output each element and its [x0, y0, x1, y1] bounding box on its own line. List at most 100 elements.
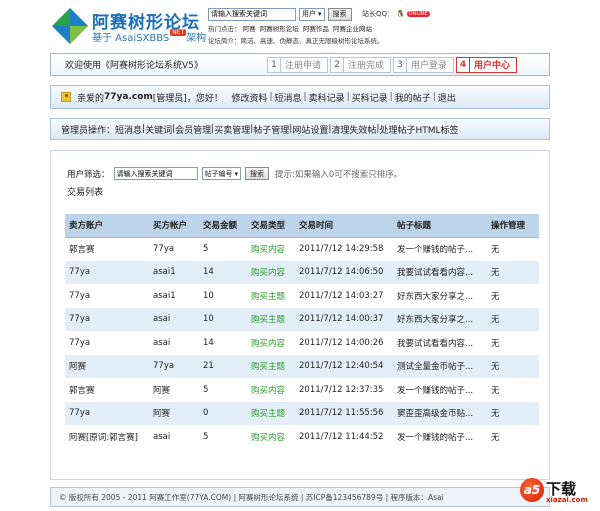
seller-cell[interactable]: 77ya [65, 284, 149, 308]
post-title-cell[interactable]: 发一个赚钱的帖子... [393, 378, 487, 402]
post-title-cell[interactable]: 发一个赚钱的帖子... [393, 425, 487, 449]
table-row: 77ya asai 14 购买内容 2011/7/12 14:00:26 我要试试看看内容… [65, 331, 539, 355]
seller-cell[interactable]: 郭言赛 [65, 378, 149, 402]
type-cell: 购买主题 [247, 401, 295, 425]
admin-link-posts[interactable]: 帖子管理 [253, 123, 289, 136]
admin-link-trades[interactable]: 买卖管理 [214, 123, 250, 136]
seller-cell[interactable]: 77ya [65, 260, 149, 284]
search-scope-select[interactable]: 用户 ▾ [299, 7, 325, 21]
action-cell: 无 [487, 354, 539, 378]
page: 阿赛树形论坛 基于 AsaiSXBBSNET架构 用户 ▾ 搜索 站长QQ： 🐧… [0, 0, 600, 511]
logo-subtitle: 基于 AsaiSXBBSNET架构 [92, 29, 206, 44]
seller-cell[interactable]: 阿赛 [65, 354, 149, 378]
amount-cell: 14 [199, 331, 247, 355]
post-title-cell[interactable]: 好东西大家分享之... [393, 307, 487, 331]
buyer-cell[interactable]: 77ya [149, 237, 199, 261]
user-bar: 亲爱的 77ya.com [管理员] ，您好！ 修改资料 | 短消息 | 卖科记录 |… [50, 85, 550, 109]
buyer-cell[interactable]: 77ya [149, 354, 199, 378]
admin-link-keywords[interactable]: 关键词 [145, 123, 172, 136]
admin-link-settings[interactable]: 网站设置 [292, 123, 328, 136]
action-cell: 无 [487, 331, 539, 355]
hot-link[interactable]: 阿赛树形论坛 [260, 25, 299, 33]
admin-link-members[interactable]: 会员管理 [175, 123, 211, 136]
filter-field-select[interactable]: 帖子编号 ▾ [201, 167, 242, 180]
hot-link[interactable]: 阿赛企业网站 [333, 25, 372, 33]
link-edit-profile[interactable]: 修改资料 [231, 91, 267, 104]
hot-link[interactable]: 阿赛 [243, 25, 256, 33]
greeting-post: ，您好！ [186, 93, 223, 104]
post-title-cell[interactable]: 测试全量金币帖子... [393, 354, 487, 378]
link-sell-records[interactable]: 卖科记录 [309, 91, 345, 104]
header-search-input[interactable] [208, 7, 296, 21]
username[interactable]: 77ya.com [104, 92, 153, 102]
admin-bar: 管理员操作： 短消息 | 关键词 | 会员管理 | 买卖管理 | 帖子管理 | 网站设置 |… [50, 118, 550, 140]
table-row: 77ya 阿赛 0 购买主题 2011/7/12 11:55:56 窦歪歪高级金币贴...… [65, 401, 539, 425]
buyer-cell[interactable]: asai [149, 425, 199, 449]
type-cell: 购买内容 [247, 237, 295, 261]
seller-cell[interactable]: 77ya [65, 307, 149, 331]
buyer-cell[interactable]: asai1 [149, 284, 199, 308]
step-user-center[interactable]: 4 用户中心 [456, 56, 518, 73]
admin-link-html-tags[interactable]: 处理帖子HTML标签 [379, 123, 458, 136]
time-cell: 2011/7/12 14:00:37 [295, 307, 393, 331]
post-title-cell[interactable]: 我要试试看看内容... [393, 331, 487, 355]
link-logout[interactable]: 退出 [438, 91, 456, 104]
buyer-cell[interactable]: 阿赛 [149, 401, 199, 425]
buyer-cell[interactable]: asai [149, 331, 199, 355]
hot-link[interactable]: 阿赛作品 [303, 25, 329, 33]
user-filter: 用户筛选： 帖子编号 ▾ 搜索 提示:如果输入0可不搜索只排序。 [67, 167, 402, 180]
admin-label: 管理员操作： [61, 125, 116, 136]
filter-search-input[interactable] [113, 167, 198, 180]
time-cell: 2011/7/12 11:55:56 [295, 401, 393, 425]
user-icon [61, 92, 71, 102]
qq-status-badge: ONLINE [406, 11, 430, 17]
header-search-button[interactable]: 搜索 [327, 7, 352, 21]
admin-link-clean-invalid[interactable]: 清理失效帖 [331, 123, 376, 136]
seller-cell[interactable]: 阿赛[原词:郭言赛] [65, 425, 149, 449]
step-label: 注册申请 [285, 61, 322, 71]
step-number: 2 [331, 57, 345, 72]
step-login[interactable]: 3 用户登录 [393, 56, 455, 73]
seller-cell[interactable]: 郭言赛 [65, 237, 149, 261]
watermark-url: xiazai.com [546, 496, 588, 504]
action-cell: 无 [487, 307, 539, 331]
buyer-cell[interactable]: 阿赛 [149, 378, 199, 402]
buyer-cell[interactable]: asai1 [149, 260, 199, 284]
forum-intro: 论坛简介：简洁、高速、伪静态、真正无限级树形论坛系统。 [208, 37, 384, 45]
hot-links: 热门点击： 阿赛 阿赛树形论坛 阿赛作品 阿赛企业网站 [208, 23, 372, 33]
type-cell: 购买内容 [247, 331, 295, 355]
link-my-posts[interactable]: 我的帖子 [395, 91, 431, 104]
type-cell: 购买内容 [247, 425, 295, 449]
buyer-cell[interactable]: asai [149, 307, 199, 331]
step-label: 用户中心 [474, 61, 511, 71]
action-cell: 无 [487, 378, 539, 402]
link-messages[interactable]: 短消息 [275, 91, 302, 104]
filter-search-button[interactable]: 搜索 [245, 167, 270, 180]
seller-cell[interactable]: 77ya [65, 331, 149, 355]
post-title-cell[interactable]: 我要试试看看内容... [393, 260, 487, 284]
trade-list-title: 交易列表 [67, 188, 104, 198]
type-cell: 购买内容 [247, 260, 295, 284]
watermark-logo: a5 下载 xiazai.com [520, 478, 598, 510]
table-row: 阿赛[原词:郭言赛] asai 5 购买内容 2011/7/12 11:44:52 发一个… [65, 425, 539, 449]
step-register-done[interactable]: 2 注册完成 [330, 56, 392, 73]
table-header-row: 卖方账户 买方帐户 交易金额 交易类型 交易时间 帖子标题 操作管理 [65, 214, 539, 238]
logo-diamond-icon [52, 8, 88, 44]
amount-cell: 5 [199, 378, 247, 402]
seller-cell[interactable]: 77ya [65, 401, 149, 425]
post-title-cell[interactable]: 窦歪歪高级金币贴... [393, 401, 487, 425]
admin-link-messages[interactable]: 短消息 [115, 123, 142, 136]
chevron-down-icon: ▾ [234, 169, 239, 178]
qq-contact[interactable]: 站长QQ： 🐧 ONLINE [362, 9, 430, 19]
table-row: 77ya asai1 10 购买主题 2011/7/12 14:03:27 好东西大家分享… [65, 284, 539, 308]
column-header: 交易类型 [247, 214, 295, 238]
action-cell: 无 [487, 260, 539, 284]
qq-penguin-icon: 🐧 [396, 10, 405, 18]
link-buy-records[interactable]: 买科记录 [352, 91, 388, 104]
column-header: 交易金额 [199, 214, 247, 238]
action-cell: 无 [487, 284, 539, 308]
post-title-cell[interactable]: 发一个赚钱的帖子... [393, 237, 487, 261]
table-body: 郭言赛 77ya 5 购买内容 2011/7/12 14:29:58 发一个赚钱的帖子..… [65, 237, 539, 449]
post-title-cell[interactable]: 好东西大家分享之... [393, 284, 487, 308]
step-register-apply[interactable]: 1 注册申请 [267, 56, 329, 73]
